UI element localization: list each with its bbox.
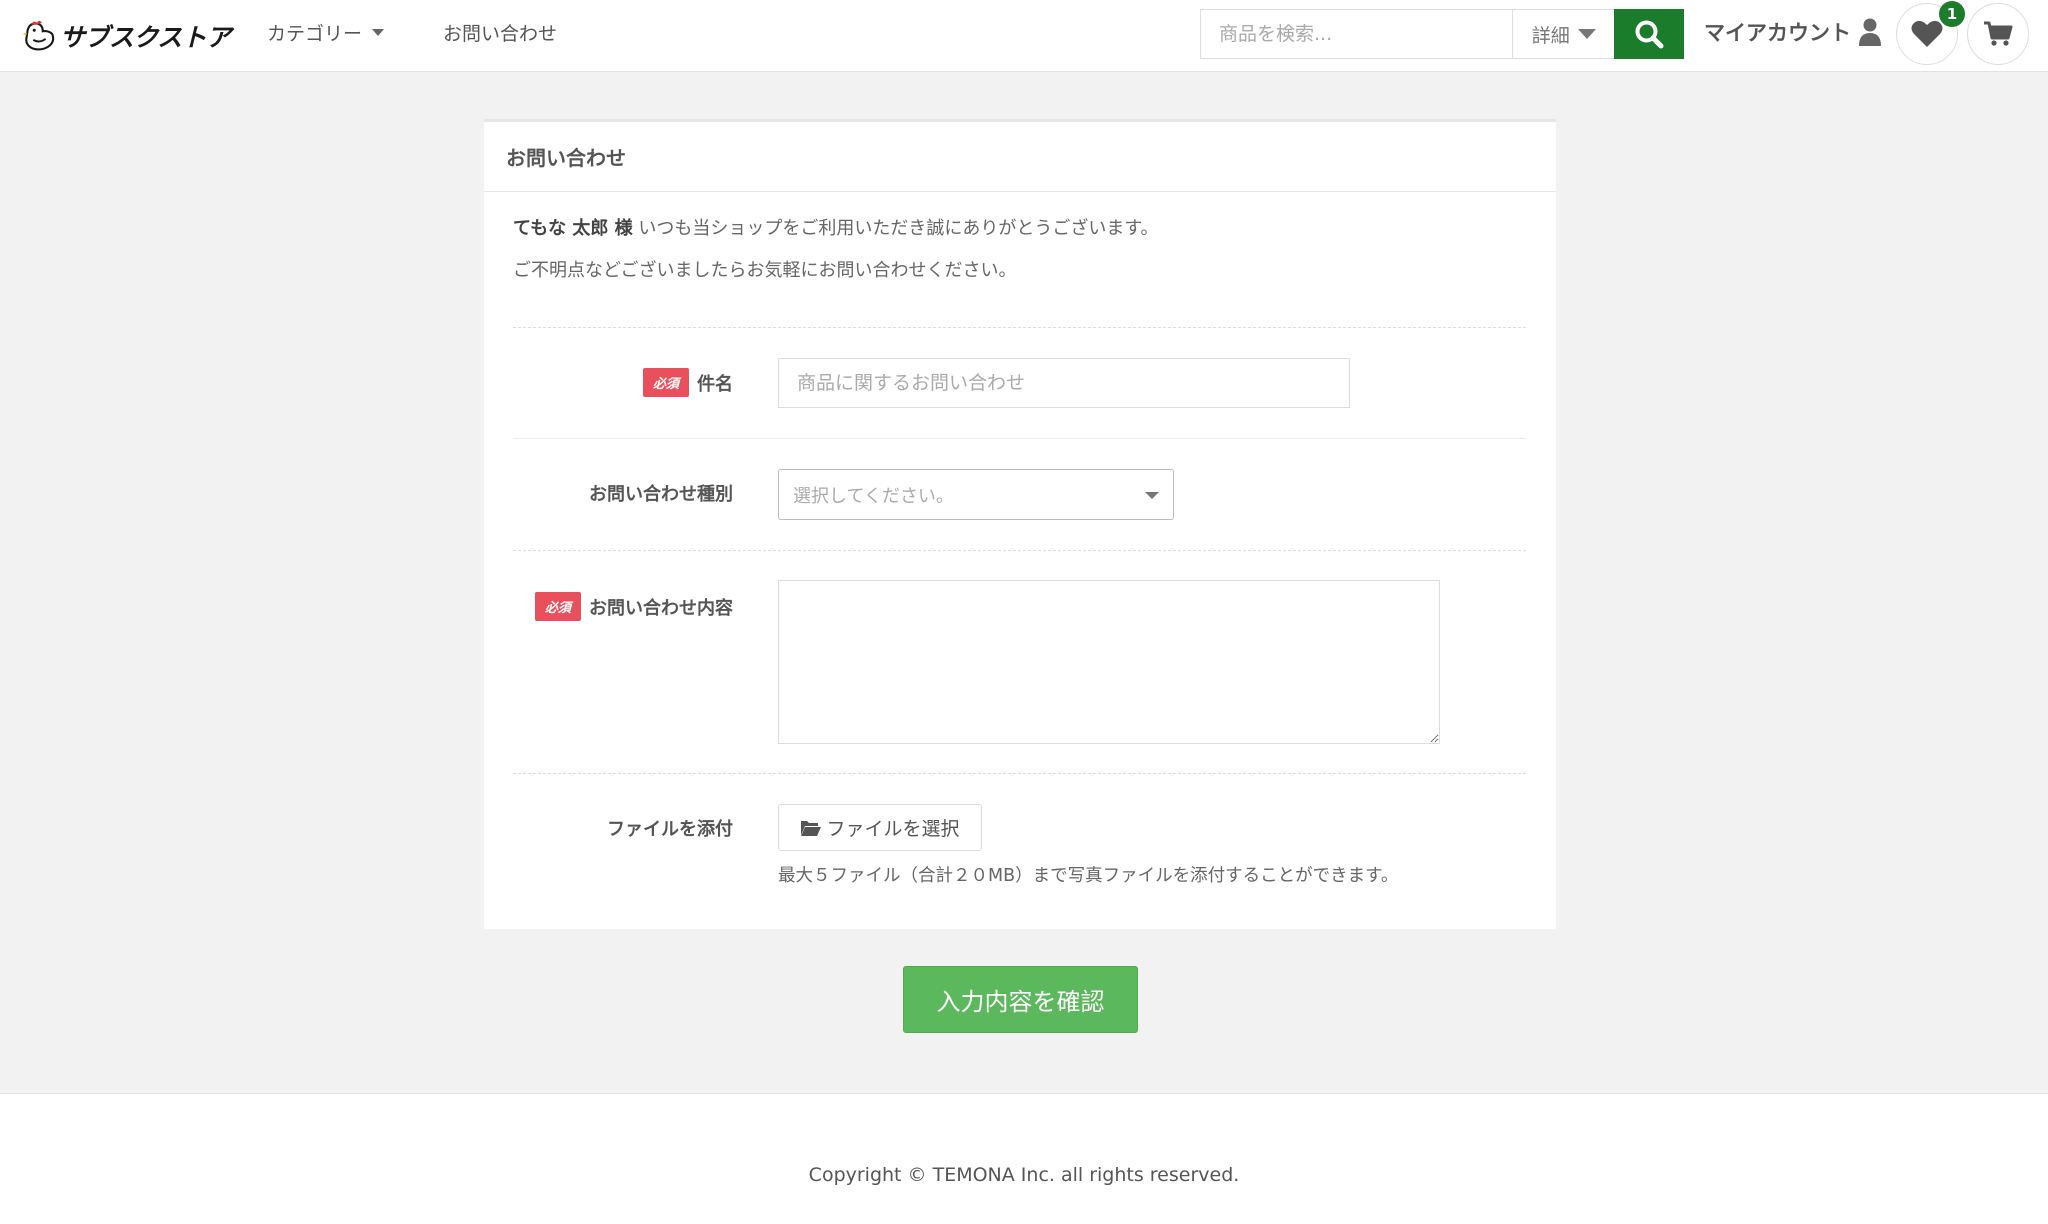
search-detail-dropdown[interactable]: 詳細 (1512, 10, 1615, 58)
divider (513, 550, 1526, 551)
contact-form-card: お問い合わせ てもな 太郎 様 いつも当ショップをご利用いただき誠にありがとうご… (484, 119, 1556, 929)
store-logo[interactable]: サブスクストア (20, 14, 231, 58)
nav-category[interactable]: カテゴリー (267, 0, 385, 64)
search-input[interactable] (1201, 10, 1513, 58)
site-header: サブスクストア カテゴリー お問い合わせ 詳細 マイアカウント 1 (0, 0, 2048, 72)
search-detail-label: 詳細 (1531, 24, 1570, 47)
heart-icon (1911, 20, 1943, 47)
subject-label-text: 件名 (697, 373, 733, 395)
nav-category-label: カテゴリー (267, 22, 363, 45)
divider (513, 438, 1526, 439)
favorites-count-badge: 1 (1939, 1, 1965, 27)
nav-contact[interactable]: お問い合わせ (443, 0, 557, 64)
site-footer: Copyright © TEMONA Inc. all rights reser… (0, 1093, 2048, 1224)
cart-button[interactable] (1967, 3, 2029, 65)
greeting-line-2: ご不明点などございましたらお気軽にお問い合わせください。 (513, 260, 1017, 281)
search-bar: 詳細 (1200, 9, 1684, 59)
choose-file-button[interactable]: ファイルを選択 (778, 804, 982, 851)
card-title: お問い合わせ (484, 122, 1556, 192)
chevron-down-icon (372, 28, 385, 36)
copyright-text: Copyright © TEMONA Inc. all rights reser… (808, 1164, 1240, 1186)
cart-icon (1984, 21, 2013, 46)
attachment-note: 最大５ファイル（合計２０MB）まで写真ファイルを添付することができます。 (778, 866, 1399, 886)
greeting-line: てもな 太郎 様 いつも当ショップをご利用いただき誠にありがとうございます。 (513, 214, 1159, 240)
inquiry-type-placeholder: 選択してください。 (793, 485, 954, 507)
chevron-down-icon (1145, 492, 1159, 499)
required-badge: 必須 (642, 368, 689, 397)
subject-input[interactable] (778, 358, 1350, 408)
attachment-label-text: ファイルを添付 (607, 819, 733, 840)
nav-contact-label: お問い合わせ (443, 22, 558, 45)
chicken-logo-icon (22, 20, 55, 51)
greeting-text: いつも当ショップをご利用いただき誠にありがとうございます。 (632, 218, 1159, 239)
inquiry-body-label-text: お問い合わせ内容 (589, 597, 733, 619)
inquiry-body-textarea[interactable] (778, 580, 1440, 744)
search-icon (1635, 20, 1664, 49)
search-button[interactable] (1614, 9, 1684, 59)
confirm-input-button[interactable]: 入力内容を確認 (903, 966, 1138, 1033)
divider (513, 327, 1526, 328)
customer-name: てもな 太郎 様 (513, 218, 633, 239)
subject-label: 必須 件名 (642, 368, 733, 397)
my-account-link[interactable]: マイアカウント (1704, 0, 1881, 64)
my-account-label: マイアカウント (1704, 21, 1851, 45)
required-badge: 必須 (534, 592, 581, 621)
inquiry-type-label-text: お問い合わせ種別 (589, 484, 733, 505)
caret-down-icon (1577, 29, 1596, 39)
logo-text: サブスクストア (60, 23, 231, 52)
choose-file-label: ファイルを選択 (826, 818, 960, 840)
user-icon (1859, 18, 1881, 46)
attachment-label: ファイルを添付 (607, 815, 733, 841)
inquiry-type-label: お問い合わせ種別 (589, 480, 733, 506)
inquiry-type-select[interactable]: 選択してください。 (778, 469, 1174, 520)
divider (513, 773, 1526, 774)
inquiry-body-label: 必須 お問い合わせ内容 (534, 592, 733, 621)
folder-open-icon (801, 820, 822, 836)
